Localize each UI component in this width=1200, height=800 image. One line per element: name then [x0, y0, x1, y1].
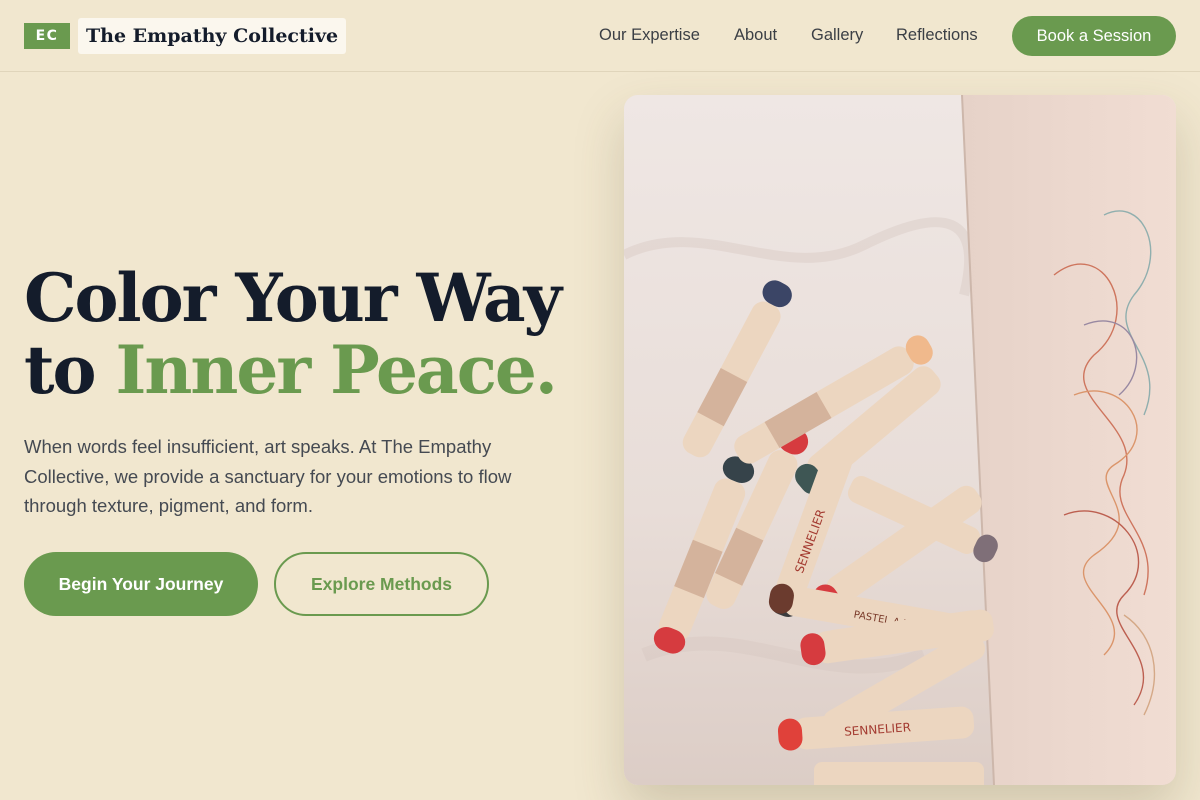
site-header: EC The Empathy Collective Our Expertise …: [0, 0, 1200, 72]
pastels-illustration: SENNELIER PASTEL A L'HUILE: [624, 95, 1176, 785]
headline-line-1: Color Your Way: [24, 259, 562, 337]
brand-name[interactable]: The Empathy Collective: [78, 18, 347, 54]
explore-methods-button[interactable]: Explore Methods: [274, 552, 489, 616]
nav-link-about[interactable]: About: [734, 26, 777, 45]
nav-link-gallery[interactable]: Gallery: [811, 26, 863, 45]
headline-accent: Inner Peace.: [115, 331, 558, 409]
nav-link-expertise[interactable]: Our Expertise: [599, 26, 700, 45]
begin-journey-button[interactable]: Begin Your Journey: [24, 552, 258, 616]
hero-headline: Color Your Way to Inner Peace.: [24, 262, 614, 406]
nav-link-reflections[interactable]: Reflections: [896, 26, 978, 45]
headline-line-2-prefix: to: [24, 331, 97, 409]
hero-image: SENNELIER PASTEL A L'HUILE: [624, 95, 1176, 785]
book-session-button[interactable]: Book a Session: [1012, 16, 1176, 56]
logo-badge[interactable]: EC: [24, 23, 70, 49]
hero-description: When words feel insufficient, art speaks…: [24, 436, 512, 516]
